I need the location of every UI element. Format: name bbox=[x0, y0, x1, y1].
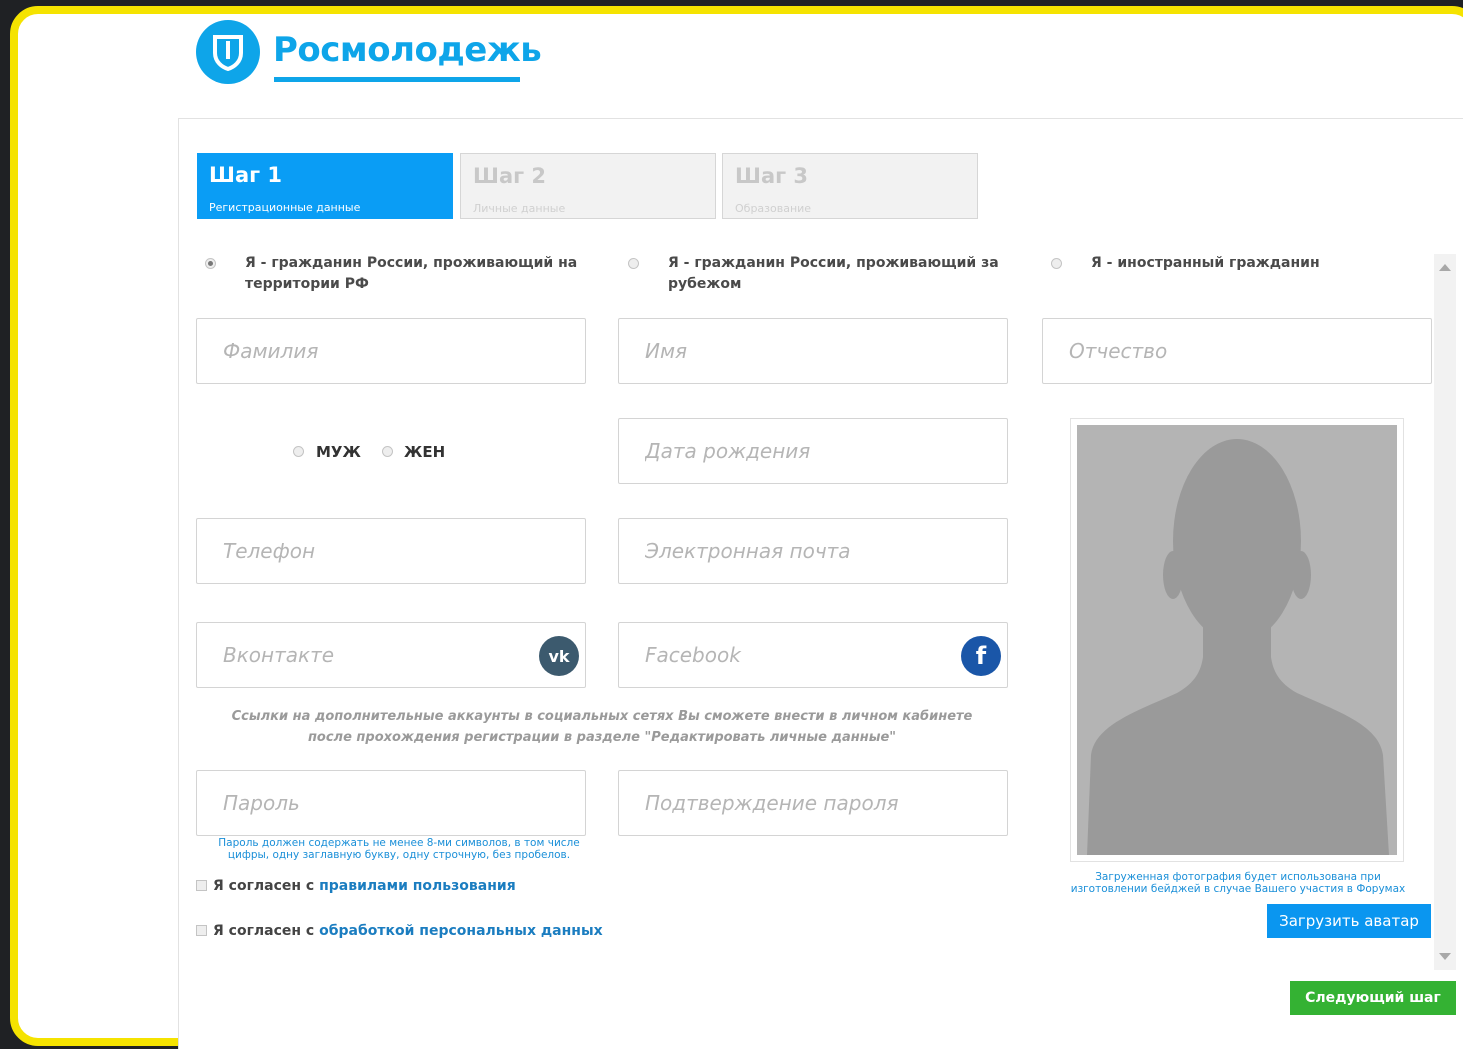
social-note-line-2: после прохождения регистрации в разделе … bbox=[307, 730, 897, 745]
step-subtitle: Регистрационные данные bbox=[209, 201, 361, 214]
scrollbar[interactable] bbox=[1434, 254, 1456, 970]
facebook-icon: f bbox=[961, 636, 1001, 676]
middle-name-field bbox=[1042, 318, 1432, 384]
vk-input[interactable] bbox=[197, 623, 585, 687]
password-hint: Пароль должен содержать не менее 8-ми си… bbox=[194, 837, 604, 861]
brand-name: Росмолодежь bbox=[273, 30, 542, 70]
middle-name-input[interactable] bbox=[1043, 319, 1431, 383]
radio-citizen-russia-abroad[interactable] bbox=[628, 258, 639, 269]
step-title: Шаг 1 bbox=[209, 163, 283, 187]
step-subtitle: Личные данные bbox=[473, 202, 566, 215]
rules-agreement-text: Я согласен с bbox=[213, 878, 320, 894]
rules-checkbox[interactable] bbox=[196, 880, 207, 891]
upload-avatar-button[interactable]: Загрузить аватар bbox=[1267, 904, 1431, 938]
avatar-placeholder bbox=[1077, 425, 1397, 855]
citizen-russia-abroad-label: Я - гражданин России, проживающий за руб… bbox=[668, 255, 999, 292]
email-input[interactable] bbox=[619, 519, 1007, 583]
birth-date-field bbox=[618, 418, 1008, 484]
personal-data-checkbox[interactable] bbox=[196, 925, 207, 936]
avatar-note: Загруженная фотография будет использован… bbox=[1040, 871, 1436, 895]
password-hint-line-2: цифры, одну заглавную букву, одну строчн… bbox=[227, 849, 571, 861]
last-name-field bbox=[196, 318, 586, 384]
phone-input[interactable] bbox=[197, 519, 585, 583]
social-note-line-1: Ссылки на дополнительные аккаунты в соци… bbox=[231, 709, 973, 724]
next-step-button[interactable]: Следующий шаг bbox=[1290, 981, 1456, 1015]
vk-icon: vk bbox=[539, 636, 579, 676]
person-silhouette-icon bbox=[1077, 425, 1397, 855]
radio-gender-male[interactable] bbox=[293, 446, 304, 457]
email-field bbox=[618, 518, 1008, 584]
personal-data-agreement: Я согласен с обработкой персональных дан… bbox=[213, 923, 603, 939]
radio-foreign-citizen[interactable] bbox=[1051, 258, 1062, 269]
personal-data-link[interactable]: обработкой персональных данных bbox=[319, 923, 603, 939]
last-name-input[interactable] bbox=[197, 319, 585, 383]
step-title: Шаг 3 bbox=[735, 164, 809, 188]
social-note: Ссылки на дополнительные аккаунты в соци… bbox=[196, 706, 1008, 748]
rules-agreement: Я согласен с правилами пользования bbox=[213, 878, 516, 894]
gender-male-label: МУЖ bbox=[316, 443, 361, 461]
first-name-field bbox=[618, 318, 1008, 384]
avatar-note-line-2: изготовлении бейджей в случае Вашего уча… bbox=[1070, 883, 1406, 895]
radio-gender-female[interactable] bbox=[382, 446, 393, 457]
shield-icon bbox=[196, 20, 260, 84]
brand-underline bbox=[274, 77, 520, 82]
password-hint-line-1: Пароль должен содержать не менее 8-ми си… bbox=[218, 837, 580, 849]
phone-field bbox=[196, 518, 586, 584]
scroll-up-icon[interactable] bbox=[1439, 264, 1451, 271]
password-confirm-field bbox=[618, 770, 1008, 836]
password-confirm-input[interactable] bbox=[619, 771, 1007, 835]
first-name-input[interactable] bbox=[619, 319, 1007, 383]
scroll-down-icon[interactable] bbox=[1439, 953, 1451, 960]
rules-link[interactable]: правилами пользования bbox=[319, 878, 516, 894]
vk-field: vk bbox=[196, 622, 586, 688]
step-subtitle: Образование bbox=[735, 202, 812, 215]
avatar-frame bbox=[1070, 418, 1404, 862]
facebook-field: f bbox=[618, 622, 1008, 688]
password-input[interactable] bbox=[197, 771, 585, 835]
password-field bbox=[196, 770, 586, 836]
tab-step-3[interactable]: Шаг 3 Образование bbox=[722, 153, 978, 219]
tab-step-2[interactable]: Шаг 2 Личные данные bbox=[460, 153, 716, 219]
foreign-citizen-label: Я - иностранный гражданин bbox=[1091, 255, 1320, 271]
gender-female-label: ЖЕН bbox=[404, 443, 446, 461]
personal-data-agreement-text: Я согласен с bbox=[213, 923, 320, 939]
tab-step-1[interactable]: Шаг 1 Регистрационные данные bbox=[197, 153, 453, 219]
citizen-russia-resident-label: Я - гражданин России, проживающий на тер… bbox=[245, 255, 578, 292]
step-title: Шаг 2 bbox=[473, 164, 547, 188]
facebook-input[interactable] bbox=[619, 623, 1007, 687]
avatar-note-line-1: Загруженная фотография будет использован… bbox=[1095, 871, 1381, 883]
birth-date-input[interactable] bbox=[619, 419, 1007, 483]
radio-citizen-russia-resident[interactable] bbox=[205, 258, 216, 269]
